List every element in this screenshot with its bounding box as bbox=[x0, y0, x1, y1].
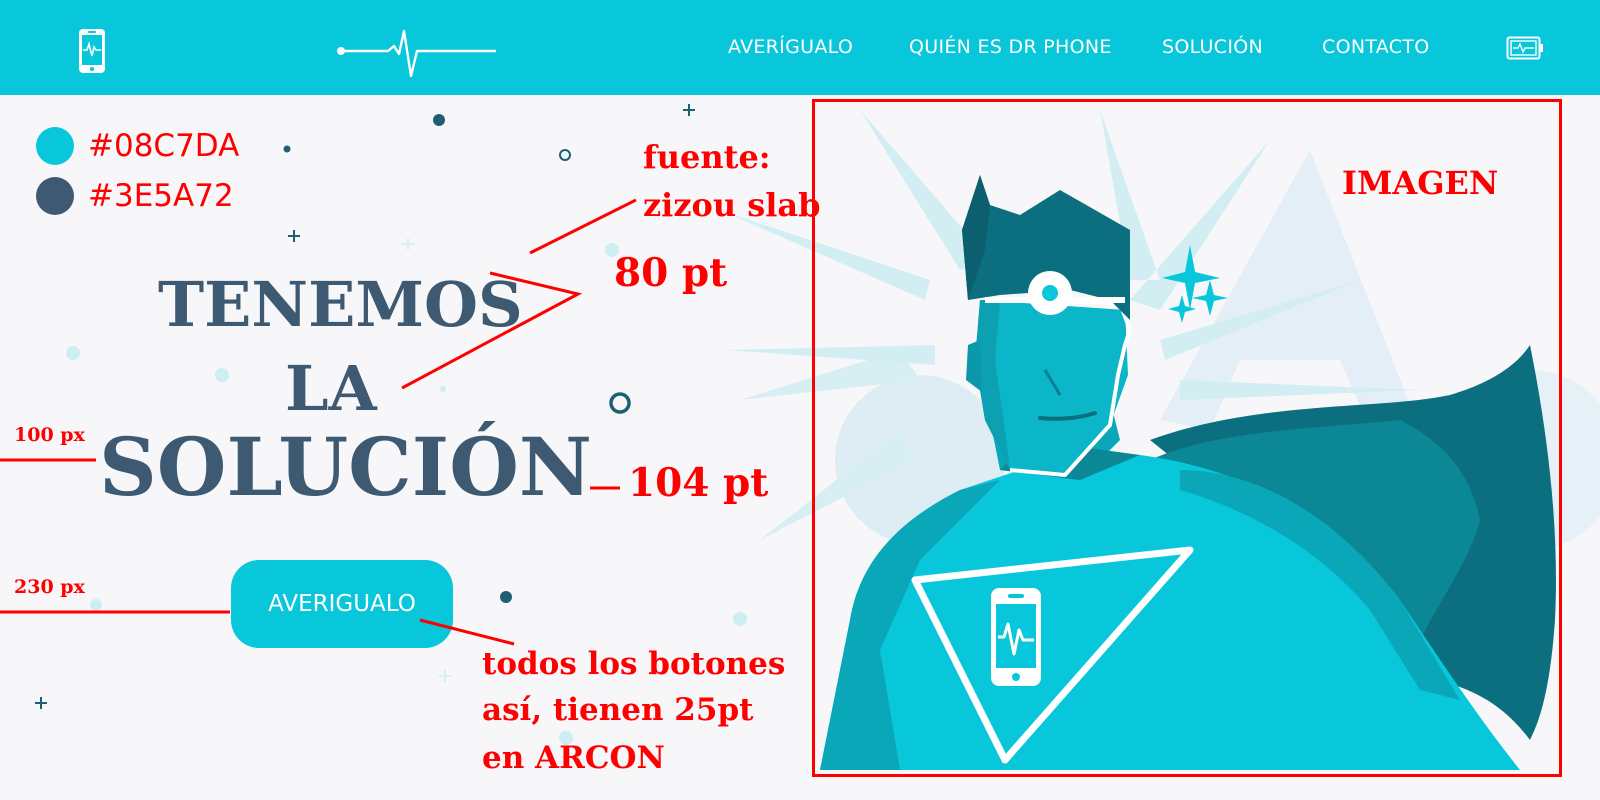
size-104-label: 104 pt bbox=[628, 460, 769, 506]
buttons-note-line-3: en ARCON bbox=[482, 740, 665, 776]
margin-230-label: 230 px bbox=[14, 576, 85, 598]
swatch-primary bbox=[36, 127, 74, 165]
top-nav-bar: AVERÍGUALO QUIÉN ES DR PHONE SOLUCIÓN CO… bbox=[0, 0, 1600, 95]
margin-100-label: 100 px bbox=[14, 424, 85, 446]
size-80-label: 80 pt bbox=[614, 250, 728, 296]
font-note-line-2: zizou slab bbox=[643, 186, 821, 224]
swatch-secondary bbox=[36, 177, 74, 215]
heartbeat-logo-icon[interactable] bbox=[336, 26, 498, 82]
nav-contacto[interactable]: CONTACTO bbox=[1322, 36, 1429, 58]
headline-line-2: LA bbox=[285, 352, 377, 425]
buttons-note-line-1: todos los botones bbox=[482, 646, 786, 682]
nav-solucion[interactable]: SOLUCIÓN bbox=[1162, 36, 1263, 58]
headline-line-3: SOLUCIÓN bbox=[99, 420, 593, 514]
buttons-note-line-2: así, tienen 25pt bbox=[482, 692, 754, 728]
phone-logo-icon[interactable] bbox=[78, 28, 106, 78]
averigualo-button[interactable]: AVERIGUALO bbox=[231, 560, 453, 648]
headline-line-1: TENEMOS bbox=[158, 268, 523, 341]
battery-phone-icon[interactable] bbox=[1506, 36, 1544, 64]
image-label: IMAGEN bbox=[1342, 164, 1499, 202]
nav-quien-es-dr-phone[interactable]: QUIÉN ES DR PHONE bbox=[909, 36, 1112, 58]
font-note-line-1: fuente: bbox=[643, 138, 771, 176]
nav-averigualo[interactable]: AVERÍGUALO bbox=[728, 36, 853, 58]
swatch-primary-label: #08C7DA bbox=[88, 128, 240, 164]
swatch-secondary-label: #3E5A72 bbox=[88, 178, 234, 214]
